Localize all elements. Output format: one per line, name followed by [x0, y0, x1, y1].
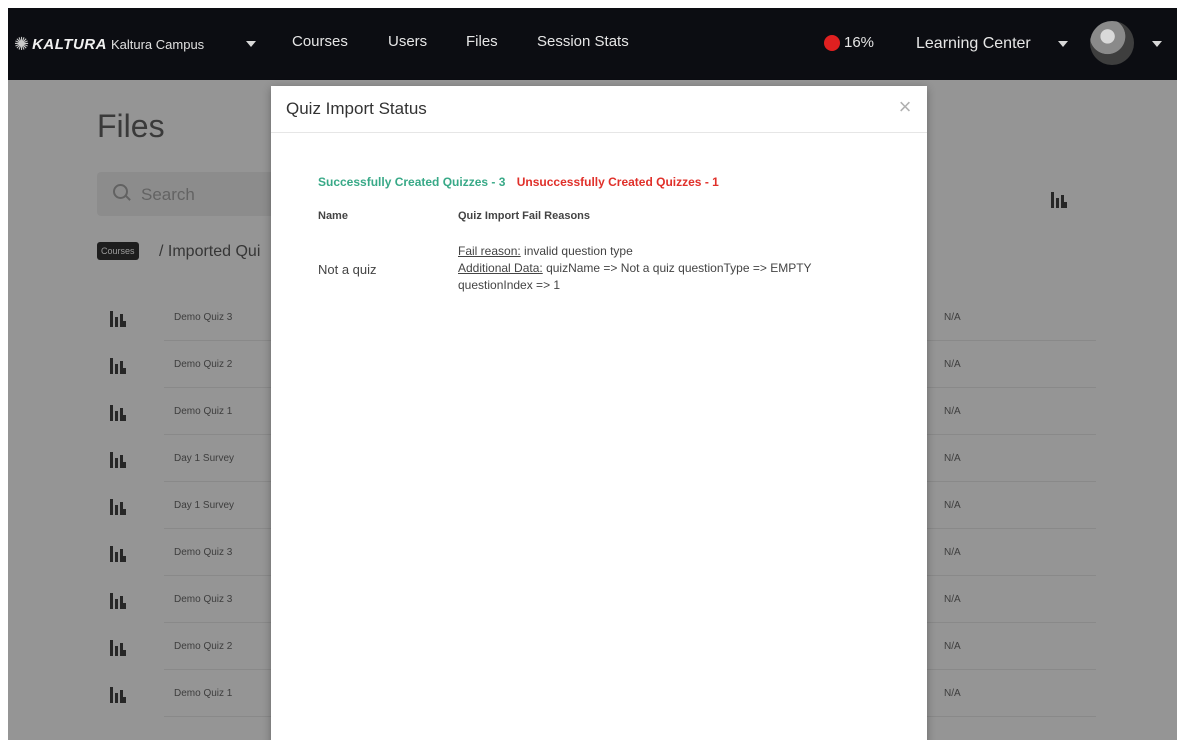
nav-users[interactable]: Users [388, 33, 427, 50]
fail-count: Unsuccessfully Created Quizzes - 1 [516, 175, 719, 189]
modal-title: Quiz Import Status [286, 99, 427, 118]
fail-reason-block: Fail reason: invalid question type Addit… [458, 243, 878, 294]
additional-data-label: Additional Data: [458, 261, 543, 275]
logo-brand-text: KALTURA [32, 35, 107, 53]
user-menu-chevron-down-icon[interactable] [1152, 41, 1162, 47]
quiz-import-status-modal: Quiz Import Status × Successfully Create… [271, 86, 927, 740]
additional-data-line: Additional Data: quizName => Not a quiz … [458, 260, 878, 294]
success-count: Successfully Created Quizzes - 3 [318, 175, 506, 189]
kaltura-logo[interactable]: ✺ KALTURA Kaltura Campus [14, 35, 204, 53]
nav-files[interactable]: Files [466, 33, 498, 50]
fail-reason-value: invalid question type [520, 244, 633, 258]
learning-center-chevron-down-icon[interactable] [1058, 41, 1068, 47]
kaltura-star-icon: ✺ [14, 34, 30, 54]
close-icon[interactable]: × [893, 95, 917, 119]
site-switcher-chevron-down-icon[interactable] [246, 41, 256, 47]
failed-quiz-name: Not a quiz [318, 262, 377, 277]
column-header-name: Name [318, 210, 348, 222]
recording-status-icon [824, 35, 840, 51]
learning-center-menu[interactable]: Learning Center [916, 35, 1031, 53]
fail-reason-label: Fail reason: [458, 244, 521, 258]
import-summary: Successfully Created Quizzes - 3 Unsucce… [318, 175, 719, 189]
nav-session-stats[interactable]: Session Stats [537, 33, 629, 50]
fail-reason-line: Fail reason: invalid question type [458, 243, 878, 260]
app-frame: ✺ KALTURA Kaltura Campus Courses Users F… [8, 8, 1177, 740]
user-avatar[interactable] [1090, 21, 1134, 65]
site-name: Kaltura Campus [110, 36, 205, 52]
nav-courses[interactable]: Courses [292, 33, 348, 50]
column-header-fail-reasons: Quiz Import Fail Reasons [458, 210, 591, 222]
modal-header: Quiz Import Status × [271, 86, 927, 133]
top-nav-bar: ✺ KALTURA Kaltura Campus Courses Users F… [8, 8, 1177, 80]
recording-percent[interactable]: 16% [844, 34, 874, 51]
